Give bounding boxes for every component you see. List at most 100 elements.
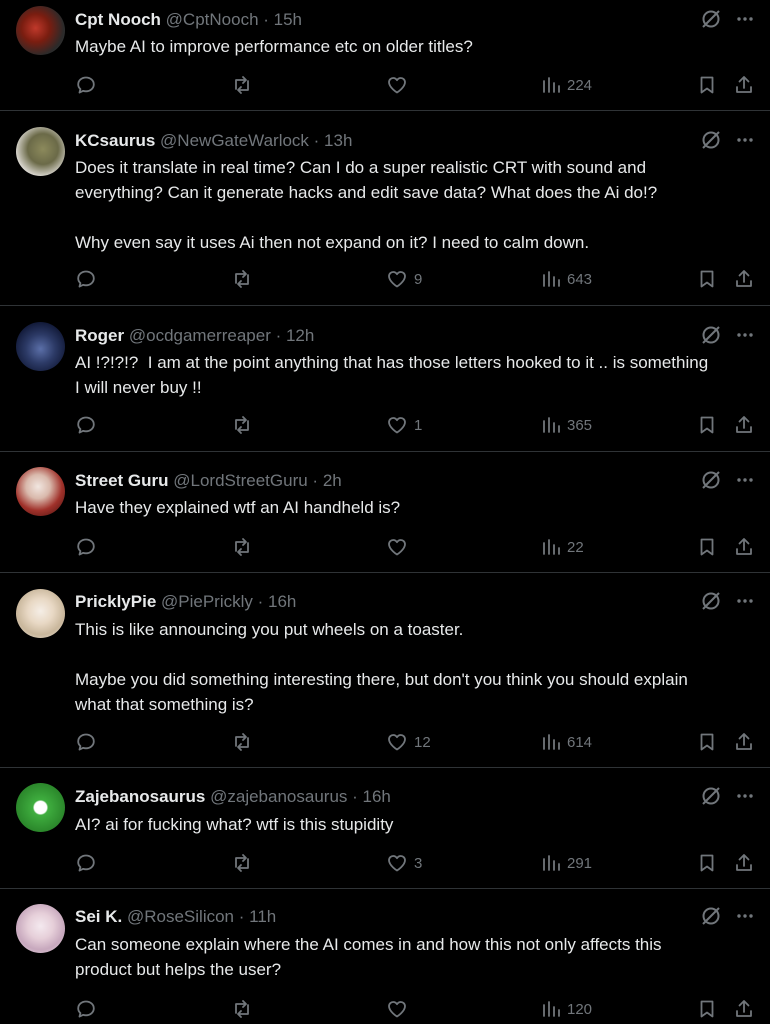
- user-handle[interactable]: @RoseSilicon: [127, 907, 234, 926]
- more-icon[interactable]: [734, 324, 756, 346]
- timestamp[interactable]: 11h: [249, 907, 276, 926]
- grok-icon[interactable]: [700, 8, 722, 30]
- tweet-header: Cpt Nooch @CptNooch · 15h: [75, 9, 302, 31]
- reply-button[interactable]: [75, 850, 97, 876]
- user-handle[interactable]: @PiePrickly: [161, 592, 253, 611]
- views-icon: [543, 1001, 560, 1017]
- bookmark-button[interactable]: [696, 729, 718, 755]
- repost-button[interactable]: [231, 412, 253, 438]
- grok-icon[interactable]: [700, 785, 722, 807]
- tweet[interactable]: Zajebanosaurus @zajebanosaurus · 16h AI?…: [0, 768, 770, 889]
- bookmark-button[interactable]: [696, 996, 718, 1022]
- timestamp[interactable]: 16h: [363, 787, 391, 806]
- avatar[interactable]: [16, 322, 65, 371]
- bookmark-button[interactable]: [696, 266, 718, 292]
- views-button[interactable]: 120: [541, 996, 592, 1022]
- user-handle[interactable]: @CptNooch: [166, 10, 259, 29]
- reply-icon: [77, 416, 95, 434]
- share-button[interactable]: [733, 412, 755, 438]
- tweet[interactable]: KCsaurus @NewGateWarlock · 13h Does it t…: [0, 111, 770, 306]
- reply-button[interactable]: [75, 412, 97, 438]
- views-button[interactable]: 365: [541, 412, 592, 438]
- tweet[interactable]: Cpt Nooch @CptNooch · 15h Maybe AI to im…: [0, 0, 770, 111]
- views-button[interactable]: 22: [541, 534, 584, 560]
- timestamp[interactable]: 13h: [324, 131, 352, 150]
- more-icon[interactable]: [734, 905, 756, 927]
- share-button[interactable]: [733, 72, 755, 98]
- avatar[interactable]: [16, 467, 65, 516]
- timestamp[interactable]: 12h: [286, 326, 314, 345]
- share-icon: [736, 76, 752, 93]
- avatar[interactable]: [16, 783, 65, 832]
- reply-icon: [77, 538, 95, 556]
- views-button[interactable]: 614: [541, 729, 592, 755]
- grok-icon[interactable]: [700, 590, 722, 612]
- display-name[interactable]: PricklyPie: [75, 592, 156, 611]
- reply-button[interactable]: [75, 534, 97, 560]
- share-button[interactable]: [733, 266, 755, 292]
- like-button[interactable]: [386, 534, 414, 560]
- display-name[interactable]: KCsaurus: [75, 131, 155, 150]
- more-icon[interactable]: [734, 469, 756, 491]
- grok-icon[interactable]: [700, 129, 722, 151]
- share-button[interactable]: [733, 729, 755, 755]
- share-icon: [736, 1000, 752, 1017]
- grok-icon[interactable]: [700, 905, 722, 927]
- more-icon[interactable]: [734, 590, 756, 612]
- like-button[interactable]: 3: [386, 850, 422, 876]
- tweet[interactable]: PricklyPie @PiePrickly · 16h This is lik…: [0, 573, 770, 768]
- share-button[interactable]: [733, 850, 755, 876]
- like-button[interactable]: 9: [386, 266, 422, 292]
- separator-dot: ·: [270, 326, 286, 345]
- bookmark-button[interactable]: [696, 850, 718, 876]
- timestamp[interactable]: 2h: [323, 471, 342, 490]
- bookmark-button[interactable]: [696, 534, 718, 560]
- timestamp[interactable]: 16h: [268, 592, 296, 611]
- display-name[interactable]: Zajebanosaurus: [75, 787, 205, 806]
- repost-button[interactable]: [231, 850, 253, 876]
- grok-icon[interactable]: [700, 469, 722, 491]
- display-name[interactable]: Street Guru: [75, 471, 169, 490]
- user-handle[interactable]: @zajebanosaurus: [210, 787, 347, 806]
- repost-button[interactable]: [231, 996, 253, 1022]
- repost-button[interactable]: [231, 534, 253, 560]
- views-button[interactable]: 291: [541, 850, 592, 876]
- views-button[interactable]: 224: [541, 72, 592, 98]
- more-icon[interactable]: [734, 785, 756, 807]
- share-button[interactable]: [733, 534, 755, 560]
- display-name[interactable]: Roger: [75, 326, 124, 345]
- grok-icon[interactable]: [700, 324, 722, 346]
- avatar[interactable]: [16, 904, 65, 953]
- repost-button[interactable]: [231, 729, 253, 755]
- more-icon[interactable]: [734, 129, 756, 151]
- tweet[interactable]: Sei K. @RoseSilicon · 11h Can someone ex…: [0, 889, 770, 1024]
- avatar[interactable]: [16, 6, 65, 55]
- user-handle[interactable]: @LordStreetGuru: [173, 471, 307, 490]
- tweet[interactable]: Roger @ocdgamerreaper · 12h AI !?!?!? I …: [0, 306, 770, 452]
- views-button[interactable]: 643: [541, 266, 592, 292]
- avatar[interactable]: [16, 589, 65, 638]
- share-button[interactable]: [733, 996, 755, 1022]
- repost-button[interactable]: [231, 72, 253, 98]
- like-button[interactable]: [386, 996, 414, 1022]
- reply-button[interactable]: [75, 729, 97, 755]
- user-handle[interactable]: @NewGateWarlock: [160, 131, 309, 150]
- display-name[interactable]: Sei K.: [75, 907, 122, 926]
- display-name[interactable]: Cpt Nooch: [75, 10, 161, 29]
- repost-button[interactable]: [231, 266, 253, 292]
- bookmark-button[interactable]: [696, 72, 718, 98]
- action-bar: 9 643: [75, 266, 765, 292]
- more-icon[interactable]: [734, 8, 756, 30]
- bookmark-button[interactable]: [696, 412, 718, 438]
- avatar[interactable]: [16, 127, 65, 176]
- tweet[interactable]: Street Guru @LordStreetGuru · 2h Have th…: [0, 452, 770, 573]
- timestamp[interactable]: 15h: [274, 10, 302, 29]
- reply-button[interactable]: [75, 266, 97, 292]
- user-handle[interactable]: @ocdgamerreaper: [129, 326, 271, 345]
- like-button[interactable]: 12: [386, 729, 431, 755]
- reply-button[interactable]: [75, 996, 97, 1022]
- like-button[interactable]: 1: [386, 412, 422, 438]
- reply-button[interactable]: [75, 72, 97, 98]
- like-button[interactable]: [386, 72, 414, 98]
- share-icon: [736, 270, 752, 287]
